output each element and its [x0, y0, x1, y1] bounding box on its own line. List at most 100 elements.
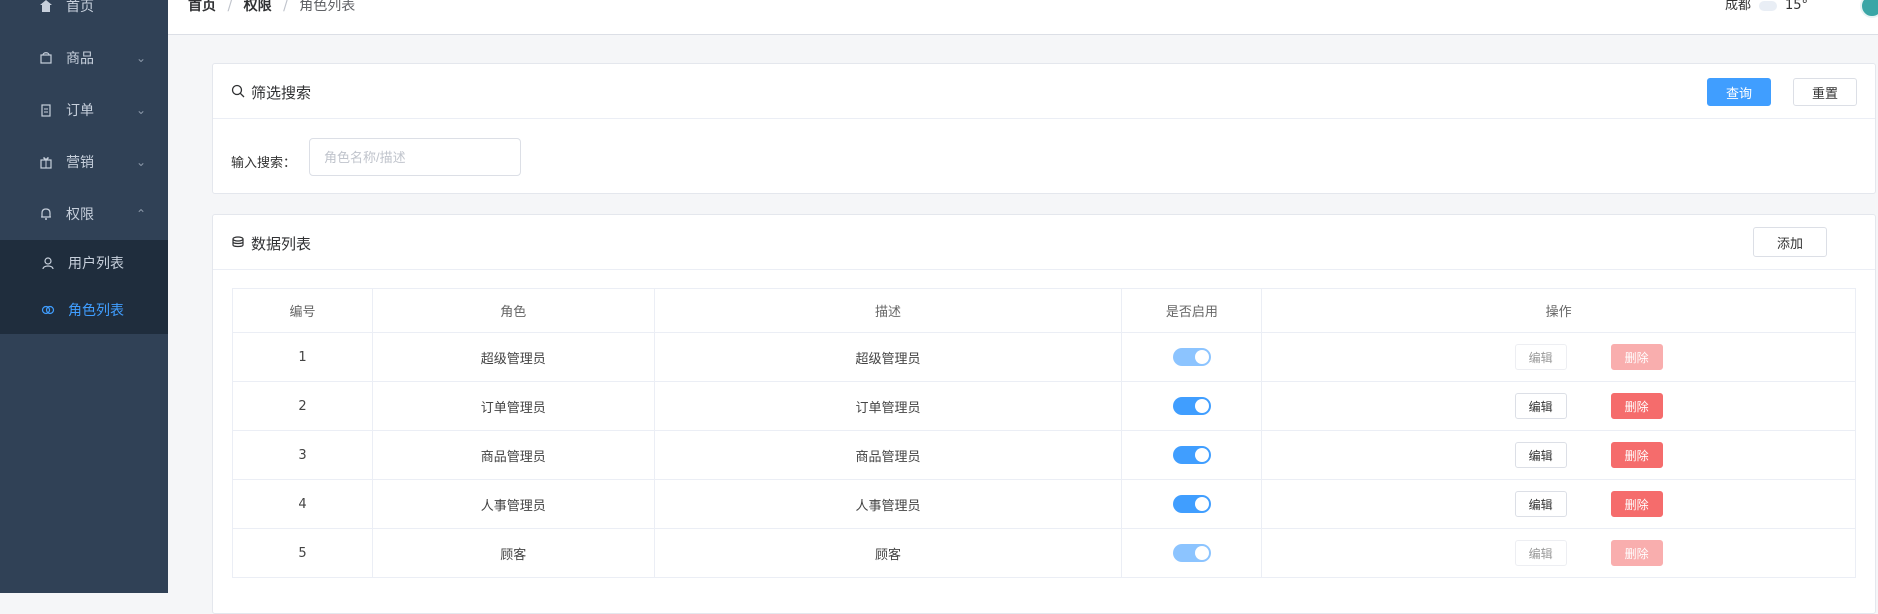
- cell-desc: 人事管理员: [653, 479, 1123, 529]
- cell-desc: 订单管理员: [653, 381, 1123, 431]
- sidebar-item-label: 订单: [66, 103, 94, 119]
- search-icon: [231, 84, 245, 102]
- cell-enabled: [1121, 479, 1263, 529]
- cell-desc: 超级管理员: [653, 332, 1123, 382]
- cell-enabled: [1121, 430, 1263, 480]
- sidebar-item-role-list[interactable]: 角色列表: [0, 286, 168, 334]
- cell-actions: 编辑 删除: [1261, 430, 1856, 480]
- sidebar-item-label: 权限: [66, 207, 94, 223]
- link-icon: [40, 302, 56, 318]
- enable-switch[interactable]: [1172, 446, 1211, 464]
- cell-role: 订单管理员: [371, 381, 655, 431]
- breadcrumb-separator: /: [283, 0, 288, 14]
- search-label: 输入搜索：: [231, 156, 297, 171]
- breadcrumb: 首页 / 权限 / 角色列表: [188, 0, 356, 14]
- breadcrumb-home[interactable]: 首页: [188, 0, 216, 14]
- delete-button[interactable]: 删除: [1610, 393, 1663, 419]
- shop-icon: [38, 50, 54, 66]
- edit-button[interactable]: 编辑: [1514, 442, 1567, 468]
- cell-actions: 编辑 删除: [1261, 528, 1856, 578]
- enable-switch[interactable]: [1172, 397, 1211, 415]
- delete-button[interactable]: 删除: [1610, 491, 1663, 517]
- reset-button[interactable]: 重置: [1793, 78, 1857, 106]
- roles-table: 编号 角色 描述 是否启用 操作 1 超级管理员 超级管理员 编辑 删除 2 订…: [232, 288, 1856, 578]
- cell-role: 商品管理员: [371, 430, 655, 480]
- cell-id: 5: [232, 528, 373, 578]
- cell-id: 2: [232, 381, 373, 431]
- sidebar: 首页 商品 ⌄ 订单 ⌄ 营销 ⌄ 权限 ⌃ 用户列表 角色列表: [0, 0, 168, 593]
- sidebar-item-label: 商品: [66, 51, 94, 67]
- edit-button[interactable]: 编辑: [1514, 540, 1567, 566]
- cell-id: 4: [232, 479, 373, 529]
- table-row: 2 订单管理员 订单管理员 编辑 删除: [232, 381, 1856, 431]
- sidebar-item-label: 营销: [66, 155, 94, 171]
- home-icon: [38, 0, 54, 14]
- edit-button[interactable]: 编辑: [1514, 393, 1567, 419]
- table-row: 3 商品管理员 商品管理员 编辑 删除: [232, 430, 1856, 480]
- sidebar-item-user-list[interactable]: 用户列表: [0, 240, 168, 286]
- chevron-up-icon: ⌃: [135, 207, 146, 221]
- gift-icon: [38, 154, 54, 170]
- filter-title: 筛选搜索: [231, 82, 311, 103]
- filter-title-text: 筛选搜索: [251, 84, 312, 102]
- list-title-text: 数据列表: [251, 235, 312, 253]
- query-button[interactable]: 查询: [1707, 78, 1771, 106]
- list-divider: [213, 269, 1875, 270]
- table-row: 5 顾客 顾客 编辑 删除: [232, 528, 1856, 578]
- top-header: 首页 / 权限 / 角色列表 成都 15°: [168, 0, 1878, 35]
- table-header-row: 编号 角色 描述 是否启用 操作: [232, 288, 1856, 333]
- cell-actions: 编辑 删除: [1261, 332, 1856, 382]
- cell-id: 3: [232, 430, 373, 480]
- cell-id: 1: [232, 332, 373, 382]
- delete-button[interactable]: 删除: [1610, 344, 1663, 370]
- weather-temp: 15°: [1784, 0, 1808, 13]
- enable-switch[interactable]: [1172, 544, 1211, 562]
- add-button[interactable]: 添加: [1753, 227, 1827, 257]
- table-row: 4 人事管理员 人事管理员 编辑 删除: [232, 479, 1856, 529]
- database-icon: [231, 235, 245, 253]
- sidebar-item-label: 角色列表: [68, 303, 124, 319]
- cloud-icon: [1758, 1, 1777, 11]
- chevron-down-icon: ⌄: [135, 51, 146, 65]
- column-header: 是否启用: [1121, 288, 1263, 333]
- clipboard-icon: [38, 102, 54, 118]
- cell-role: 人事管理员: [371, 479, 655, 529]
- sidebar-item-orders[interactable]: 订单 ⌄: [0, 84, 168, 136]
- edit-button[interactable]: 编辑: [1514, 491, 1567, 517]
- sidebar-item-marketing[interactable]: 营销 ⌄: [0, 136, 168, 188]
- cell-enabled: [1121, 332, 1263, 382]
- cell-role: 顾客: [371, 528, 655, 578]
- cell-enabled: [1121, 381, 1263, 431]
- sidebar-item-label: 用户列表: [68, 256, 124, 272]
- search-input[interactable]: [309, 138, 521, 176]
- enable-switch[interactable]: [1172, 348, 1211, 366]
- table-row: 1 超级管理员 超级管理员 编辑 删除: [232, 332, 1856, 382]
- cell-actions: 编辑 删除: [1261, 479, 1856, 529]
- cell-desc: 顾客: [653, 528, 1123, 578]
- sidebar-item-label: 首页: [66, 0, 94, 15]
- column-header: 角色: [371, 288, 655, 333]
- column-header: 描述: [653, 288, 1123, 333]
- user-icon: [40, 255, 56, 271]
- weather-city: 成都: [1724, 0, 1751, 13]
- filter-divider: [213, 118, 1875, 119]
- cell-enabled: [1121, 528, 1263, 578]
- avatar[interactable]: [1860, 0, 1878, 18]
- column-header: 编号: [232, 288, 373, 333]
- bell-icon: [38, 206, 54, 222]
- delete-button[interactable]: 删除: [1610, 442, 1663, 468]
- breadcrumb-current: 角色列表: [299, 0, 356, 14]
- list-title: 数据列表: [231, 233, 311, 254]
- cell-actions: 编辑 删除: [1261, 381, 1856, 431]
- sidebar-item-home[interactable]: 首页: [0, 0, 168, 32]
- delete-button[interactable]: 删除: [1610, 540, 1663, 566]
- chevron-down-icon: ⌄: [135, 103, 146, 117]
- sidebar-item-goods[interactable]: 商品 ⌄: [0, 32, 168, 84]
- sidebar-item-permission[interactable]: 权限 ⌃: [0, 188, 168, 240]
- chevron-down-icon: ⌄: [135, 155, 146, 169]
- edit-button[interactable]: 编辑: [1514, 344, 1567, 370]
- enable-switch[interactable]: [1172, 495, 1211, 513]
- cell-role: 超级管理员: [371, 332, 655, 382]
- breadcrumb-permission[interactable]: 权限: [244, 0, 272, 14]
- breadcrumb-separator: /: [227, 0, 233, 14]
